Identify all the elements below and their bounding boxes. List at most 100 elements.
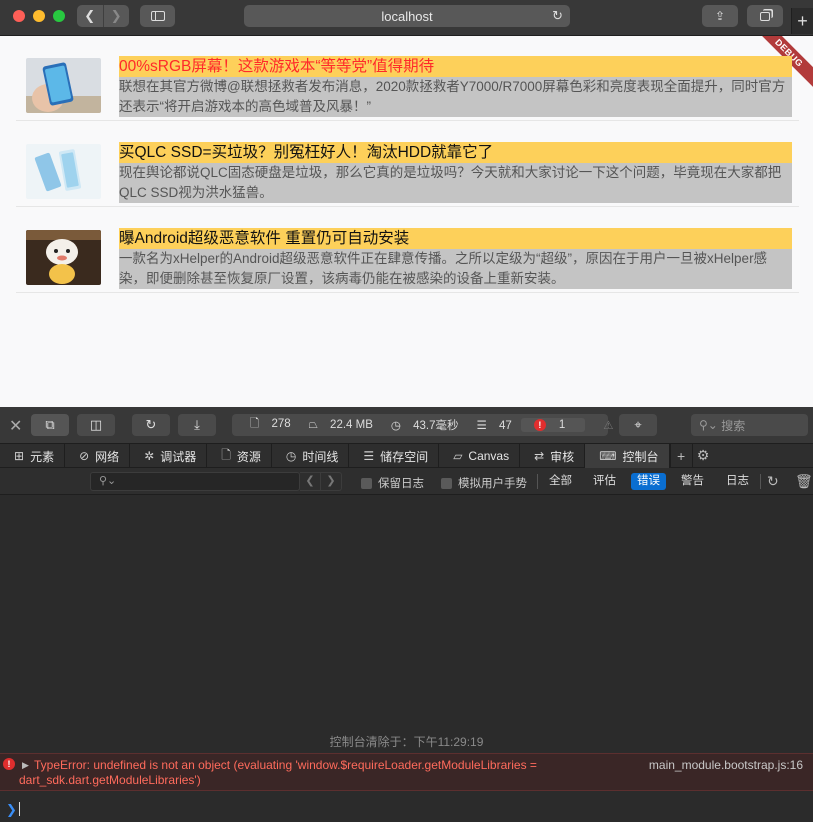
crosshair-icon: ⌖ xyxy=(634,417,642,432)
inspector-search-input[interactable]: ⚲⌄ 搜索 xyxy=(691,414,808,436)
chevron-right-icon: ❯ xyxy=(110,8,122,23)
level-warnings[interactable]: 警告 xyxy=(675,473,710,490)
document-icon: 🗋 xyxy=(250,417,260,430)
dock-side-button[interactable]: ◫ xyxy=(77,414,115,436)
new-tab-button[interactable]: + xyxy=(791,8,813,34)
disclosure-triangle-icon[interactable]: ▶ xyxy=(22,758,29,773)
reload-icon[interactable]: ↻ xyxy=(552,8,563,24)
console-cleared-message: 控制台清除于：下午11:29:19 xyxy=(329,735,484,749)
console-icon: ⌨ xyxy=(599,449,617,463)
close-window-button[interactable] xyxy=(13,10,25,22)
windows-icon: ⧉ xyxy=(45,417,55,432)
news-summary: 现在舆论都说QLC固态硬盘是垃圾，那么它真的是垃圾吗？今天就和大家讨论一下这个问… xyxy=(119,163,792,203)
checkbox-icon xyxy=(441,477,452,489)
news-summary: 联想在其官方微博@联想拯救者发布消息，2020款拯救者Y7000/R7000屏幕… xyxy=(119,77,792,117)
news-thumbnail xyxy=(26,230,101,285)
divider xyxy=(760,474,761,489)
tab-canvas[interactable]: ▱ Canvas xyxy=(439,444,521,468)
debugger-icon: ✲ xyxy=(144,449,155,463)
weight-icon: ⏢ xyxy=(308,418,318,431)
speech-bubble-icon: ☰ xyxy=(476,420,487,432)
news-list-item[interactable]: 曝Android超级恶意软件 重置仍可自动安装 一款名为xHelper的Andr… xyxy=(16,208,799,293)
tab-console[interactable]: ⌨ 控制台 xyxy=(585,444,670,468)
news-title[interactable]: 买QLC SSD=买垃圾？别冤枉好人！淘汰HDD就靠它了 xyxy=(119,142,792,163)
show-tabs-button[interactable] xyxy=(747,5,783,27)
add-tab-icon[interactable]: + xyxy=(669,444,692,467)
news-summary: 一款名为xHelper的Android超级恶意软件正在肆意传播。之所以定级为“超… xyxy=(119,249,792,289)
tabs-icon xyxy=(760,11,770,21)
news-title[interactable]: 00%sRGB屏幕！这款游戏本“等等党”值得期待 xyxy=(119,56,792,77)
share-button[interactable]: ⇪ xyxy=(702,5,738,27)
tab-network[interactable]: ⊘ 网络 xyxy=(65,444,131,468)
checkbox-icon xyxy=(361,477,372,489)
reload-icon: ↻ xyxy=(145,417,157,432)
error-icon: ! xyxy=(533,419,546,431)
console-error-message[interactable]: ! ▶ TypeError: undefined is not an objec… xyxy=(0,753,813,791)
element-picker-button[interactable]: ⌖ xyxy=(619,414,657,436)
error-icon: ! xyxy=(3,758,15,770)
console-output: 控制台清除于：下午11:29:19 ! ▶ TypeError: undefin… xyxy=(0,495,813,822)
tab-resources[interactable]: 🗋 资源 xyxy=(207,444,272,468)
console-filter-bar: ⚲⌄ ❮ ❯ 保留日志 模拟用户手势 全部 评估 错误 警告 日志 ↻ 🗑 xyxy=(0,468,813,495)
chevron-left-icon: ❮ xyxy=(84,8,96,23)
web-viewport: DEBUG 00%sRGB屏幕！这款游戏本“等等党”值得期待 联想在其官方微博@… xyxy=(0,36,813,407)
tab-elements[interactable]: ⊞ 元素 xyxy=(0,444,66,468)
divider xyxy=(537,474,538,489)
zoom-window-button[interactable] xyxy=(53,10,65,22)
detach-window-button[interactable]: ⧉ xyxy=(31,414,69,436)
chevron-left-icon[interactable]: ❮ xyxy=(300,473,320,490)
tab-audit[interactable]: ⇄ 审核 xyxy=(520,444,586,468)
tab-debugger[interactable]: ✲ 调试器 xyxy=(130,444,208,468)
resources-count[interactable]: 🗋 278 xyxy=(241,416,291,435)
news-list-item[interactable]: 买QLC SSD=买垃圾？别冤枉好人！淘汰HDD就靠它了 现在舆论都说QLC固态… xyxy=(16,122,799,207)
inspector-toolbar: ✕ ⧉ ◫ ↻ ⤓ 🗋 278 ⏢ 22.4 MB ◷ 43.7毫秒 ☰ 47 … xyxy=(0,407,813,444)
level-errors[interactable]: 错误 xyxy=(631,473,666,490)
storage-icon: ☰ xyxy=(363,449,375,463)
canvas-icon: ▱ xyxy=(453,449,463,463)
resources-icon: 🗋 xyxy=(221,447,231,462)
sidebar-toggle-button[interactable] xyxy=(140,5,175,27)
tab-timeline[interactable]: ◷ 时间线 xyxy=(272,444,350,468)
level-all[interactable]: 全部 xyxy=(543,473,578,490)
dock-icon: ◫ xyxy=(89,417,103,432)
minimize-window-button[interactable] xyxy=(33,10,45,22)
download-icon: ⤓ xyxy=(194,417,200,432)
auto-refresh-icon[interactable]: ↻ xyxy=(767,473,779,490)
elements-icon: ⊞ xyxy=(14,449,25,463)
url-text: localhost xyxy=(381,8,433,24)
address-bar[interactable]: localhost ↻ xyxy=(244,5,570,27)
network-icon: ⊘ xyxy=(79,449,90,463)
sidebar-icon xyxy=(150,11,165,21)
console-filter-input[interactable]: ⚲⌄ xyxy=(90,472,300,491)
errors-count[interactable]: ! 1 xyxy=(520,418,586,432)
search-icon: ⚲⌄ xyxy=(99,475,117,487)
news-title[interactable]: 曝Android超级恶意软件 重置仍可自动安装 xyxy=(119,228,792,249)
chevron-right-icon[interactable]: ❯ xyxy=(320,473,341,490)
reload-page-button[interactable]: ↻ xyxy=(132,414,170,436)
tab-storage[interactable]: ☰ 储存空间 xyxy=(349,444,440,468)
browser-titlebar: ❮ ❯ localhost ↻ ⇪ + xyxy=(0,0,813,36)
resources-size[interactable]: ⏢ 22.4 MB xyxy=(300,419,373,432)
trash-icon[interactable]: 🗑 xyxy=(795,473,813,490)
console-input[interactable] xyxy=(19,802,20,816)
level-logs[interactable]: 日志 xyxy=(720,473,755,490)
news-list-item[interactable]: 00%sRGB屏幕！这款游戏本“等等党”值得期待 联想在其官方微博@联想拯救者发… xyxy=(16,36,799,121)
close-inspector-icon[interactable]: ✕ xyxy=(9,416,22,436)
download-archive-button[interactable]: ⤓ xyxy=(178,414,216,436)
console-messages-count[interactable]: ☰ 47 xyxy=(468,418,512,432)
page-stats: 🗋 278 ⏢ 22.4 MB ◷ 43.7毫秒 ☰ 47 !1 ⚠ 0 xyxy=(232,414,632,436)
forward-button[interactable]: ❯ xyxy=(102,5,130,27)
timeline-icon: ◷ xyxy=(285,449,297,463)
preserve-log-checkbox[interactable]: 保留日志 xyxy=(361,475,424,491)
history-nav: ❮ ❯ xyxy=(77,5,129,27)
error-source-link[interactable]: main_module.bootstrap.js:16 xyxy=(649,758,803,773)
news-thumbnail xyxy=(26,144,101,199)
error-text: TypeError: undefined is not an object (e… xyxy=(19,758,537,787)
load-time[interactable]: ◷ 43.7毫秒 xyxy=(382,417,459,433)
emulate-gesture-checkbox[interactable]: 模拟用户手势 xyxy=(441,475,527,491)
web-inspector: ✕ ⧉ ◫ ↻ ⤓ 🗋 278 ⏢ 22.4 MB ◷ 43.7毫秒 ☰ 47 … xyxy=(0,407,813,822)
filter-nav: ❮ ❯ xyxy=(300,472,342,491)
gear-icon[interactable]: ⚙ xyxy=(691,444,714,467)
level-evaluations[interactable]: 评估 xyxy=(587,473,622,490)
back-button[interactable]: ❮ xyxy=(77,5,103,27)
